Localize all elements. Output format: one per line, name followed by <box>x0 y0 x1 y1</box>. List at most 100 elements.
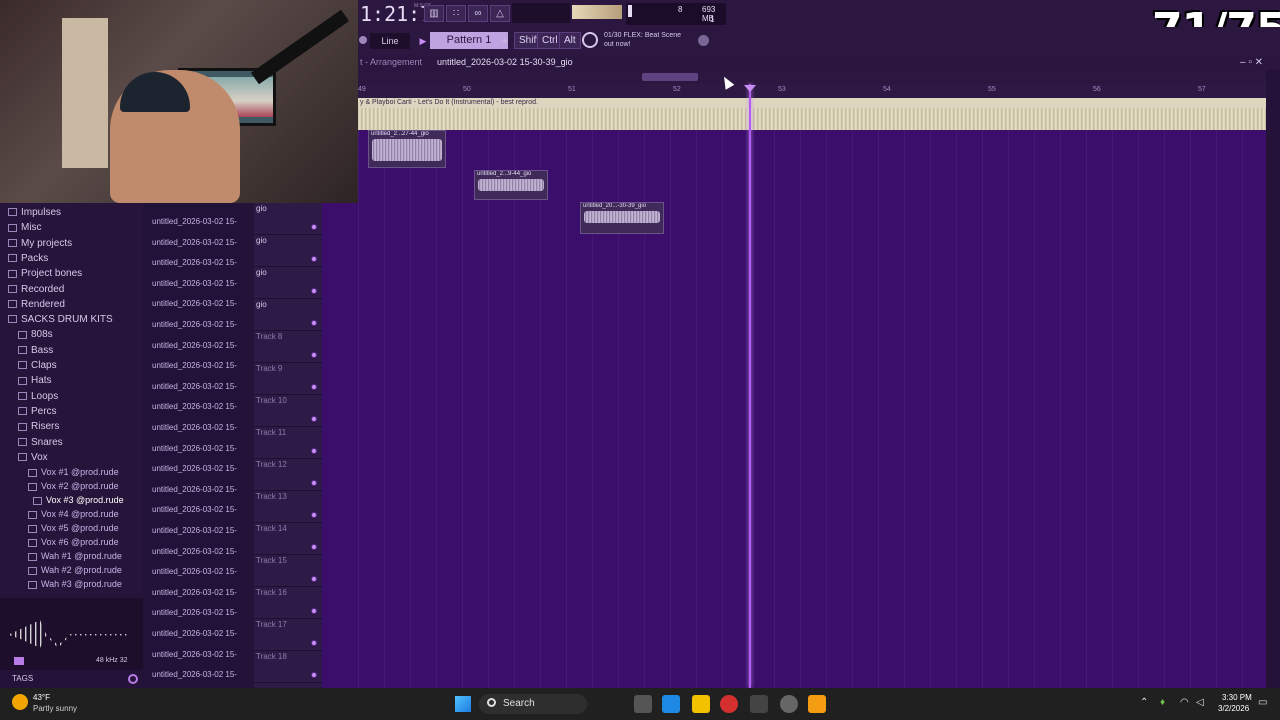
browser-item[interactable]: Wah #1 @prod.rude <box>28 551 122 561</box>
track-mute-led[interactable] <box>311 448 317 454</box>
browser-item[interactable]: Wah #2 @prod.rude <box>28 565 122 575</box>
browser-item[interactable]: Loops <box>18 391 58 402</box>
clock-date[interactable]: 3/2/2026 <box>1218 704 1249 713</box>
audio-clip[interactable]: untitled_2...27-44_gio <box>368 130 446 168</box>
search-icon[interactable] <box>128 674 138 684</box>
weather-desc[interactable]: Partly sunny <box>33 704 77 713</box>
opera-icon[interactable] <box>720 695 738 713</box>
clip-list-item[interactable]: untitled_2026-03-02 15- <box>152 526 237 535</box>
track-mute-led[interactable] <box>311 480 317 486</box>
clip-list-item[interactable]: untitled_2026-03-02 15- <box>152 608 237 617</box>
clip-list-item[interactable]: untitled_2026-03-02 15- <box>152 217 237 226</box>
track-mute-led[interactable] <box>311 512 317 518</box>
browser-item[interactable]: Hats <box>18 375 52 386</box>
browser-item[interactable]: Rendered <box>8 299 65 310</box>
settings-icon[interactable] <box>780 695 798 713</box>
clip-list-item[interactable]: untitled_2026-03-02 15- <box>152 650 237 659</box>
clip-list-item[interactable]: untitled_2026-03-02 15- <box>152 547 237 556</box>
audio-clip[interactable]: untitled_20...-30-39_gio <box>580 202 664 234</box>
clip-list-item[interactable]: untitled_2026-03-02 15- <box>152 341 237 350</box>
clip-list-item[interactable]: untitled_2026-03-02 15- <box>152 320 237 329</box>
track-name[interactable]: Track 16 <box>256 588 287 597</box>
browser-item[interactable]: Claps <box>18 360 57 371</box>
browser-item[interactable]: Bass <box>18 345 53 356</box>
clip-list-item[interactable]: untitled_2026-03-02 15- <box>152 464 237 473</box>
browser-item[interactable]: Packs <box>8 253 48 264</box>
track-name[interactable]: Track 14 <box>256 524 287 533</box>
volume-icon[interactable]: ◁ <box>1196 697 1204 708</box>
track-name[interactable]: Track 17 <box>256 620 287 629</box>
timeline-ruler[interactable] <box>358 84 1266 98</box>
track-mute-led[interactable] <box>311 640 317 646</box>
pattern-selector[interactable]: Pattern 1 <box>430 32 508 49</box>
browser-item[interactable]: Vox #2 @prod.rude <box>28 481 119 491</box>
audio-clip[interactable]: untitled_2...9-44_gio <box>474 170 548 200</box>
task-view-icon[interactable] <box>634 695 652 713</box>
track-name[interactable]: gio <box>256 300 267 309</box>
window-controls[interactable]: ‒ ▫ ✕ <box>1240 57 1263 68</box>
clock-time[interactable]: 3:30 PM <box>1222 693 1252 702</box>
clip-list-item[interactable]: untitled_2026-03-02 15- <box>152 238 237 247</box>
weather-icon[interactable] <box>12 694 28 710</box>
clip-list-item[interactable]: untitled_2026-03-02 15- <box>152 629 237 638</box>
add-pattern-icon[interactable]: + <box>500 33 510 49</box>
track-mute-led[interactable] <box>311 288 317 294</box>
browser-item[interactable]: Snares <box>18 437 63 448</box>
track-name[interactable]: gio <box>256 236 267 245</box>
browser-item[interactable]: My projects <box>8 238 72 249</box>
track-mute-led[interactable] <box>311 416 317 422</box>
track-name[interactable]: Track 9 <box>256 364 282 373</box>
browser-item[interactable]: Wah #3 @prod.rude <box>28 579 122 589</box>
browser-item[interactable]: Vox #1 @prod.rude <box>28 467 119 477</box>
track-name[interactable]: Track 12 <box>256 460 287 469</box>
fl-studio-icon[interactable] <box>808 695 826 713</box>
mic-icon[interactable]: ♦ <box>1160 697 1165 708</box>
clip-list-item[interactable]: untitled_2026-03-02 15- <box>152 279 237 288</box>
browser-item[interactable]: Vox #4 @prod.rude <box>28 509 119 519</box>
browser-item[interactable]: 808s <box>18 329 53 340</box>
browser-item[interactable]: Vox <box>18 452 48 463</box>
track-name[interactable]: gio <box>256 204 267 213</box>
browser-item[interactable]: Recorded <box>8 284 64 295</box>
playhead-marker[interactable] <box>744 85 756 92</box>
scrollbar-thumb[interactable] <box>642 73 698 81</box>
snap-icon[interactable] <box>359 36 367 44</box>
arrangement-name[interactable]: untitled_2026-03-02 15-30-39_gio <box>437 57 573 67</box>
track-mute-led[interactable] <box>311 320 317 326</box>
metronome-icon[interactable]: △ <box>490 5 510 22</box>
browser-item[interactable]: Risers <box>18 421 59 432</box>
browser-item[interactable]: SACKS DRUM KITS <box>8 314 113 325</box>
step-seq-icon[interactable]: ∷ <box>446 5 466 22</box>
clip-list-item[interactable]: untitled_2026-03-02 15- <box>152 361 237 370</box>
track-name[interactable]: Track 10 <box>256 396 287 405</box>
track-mute-led[interactable] <box>311 224 317 230</box>
piano-icon[interactable]: ▥ <box>424 5 444 22</box>
clip-list-item[interactable]: untitled_2026-03-02 15- <box>152 402 237 411</box>
track-mute-led[interactable] <box>311 544 317 550</box>
track-mute-led[interactable] <box>311 352 317 358</box>
track-mute-led[interactable] <box>311 256 317 262</box>
track-name[interactable]: Track 11 <box>256 428 286 437</box>
track-mute-led[interactable] <box>311 672 317 678</box>
tray-chevron-icon[interactable]: ⌃ <box>1140 697 1148 708</box>
tags-label[interactable]: TAGS <box>12 674 33 683</box>
preview-play-icon[interactable] <box>14 657 24 665</box>
start-icon[interactable] <box>455 696 471 712</box>
track-name[interactable]: Track 13 <box>256 492 287 501</box>
clip-list-item[interactable]: untitled_2026-03-02 15- <box>152 382 237 391</box>
clip-list-item[interactable]: untitled_2026-03-02 15- <box>152 423 237 432</box>
globe-icon[interactable] <box>698 35 709 46</box>
track-name[interactable]: gio <box>256 268 267 277</box>
clip-list-item[interactable]: untitled_2026-03-02 15- <box>152 588 237 597</box>
track-mute-led[interactable] <box>311 384 317 390</box>
clip-list-item[interactable]: untitled_2026-03-02 15- <box>152 299 237 308</box>
browser-item[interactable]: Project bones <box>8 268 82 279</box>
track-mute-led[interactable] <box>311 608 317 614</box>
browser-item[interactable]: Vox #6 @prod.rude <box>28 537 119 547</box>
track-name[interactable]: Track 18 <box>256 652 287 661</box>
browser-item[interactable]: Percs <box>18 406 57 417</box>
clip-list-item[interactable]: untitled_2026-03-02 15- <box>152 444 237 453</box>
play-icon[interactable]: ▶ <box>418 33 428 49</box>
clip-list-item[interactable]: untitled_2026-03-02 15- <box>152 258 237 267</box>
browser-item[interactable]: Vox #5 @prod.rude <box>28 523 119 533</box>
